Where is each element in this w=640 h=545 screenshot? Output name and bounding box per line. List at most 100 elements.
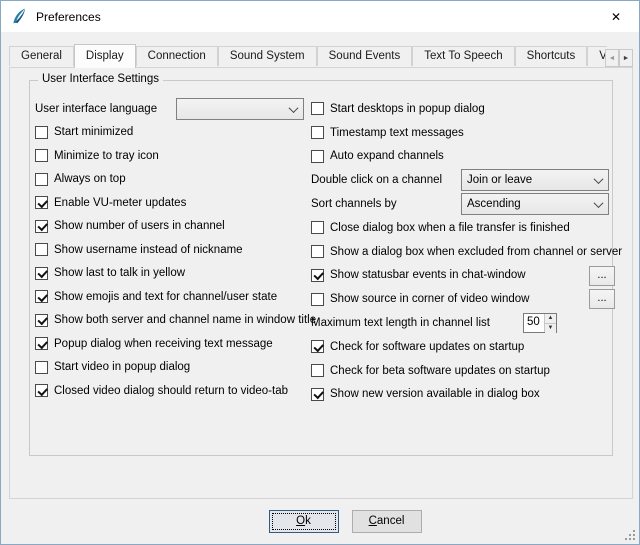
language-combobox[interactable]: [176, 98, 304, 120]
tab-shortcuts[interactable]: Shortcuts: [515, 46, 588, 66]
checkbox-row: Enable VU-meter updates: [35, 191, 307, 215]
ok-button[interactable]: Ok: [269, 510, 339, 533]
checkbox-row: Show a dialog box when excluded from cha…: [311, 240, 617, 264]
double-click-combobox[interactable]: Join or leave: [461, 169, 609, 191]
tab-sound-events[interactable]: Sound Events: [317, 46, 413, 66]
checkbox-label: Auto expand channels: [330, 150, 444, 162]
checkbox-video-return-tab[interactable]: [35, 384, 48, 397]
dialog-buttons: Ok Cancel: [51, 510, 639, 533]
checkbox-label: Show statusbar events in chat-window: [330, 269, 526, 281]
checkbox-statusbar-events[interactable]: [311, 269, 324, 282]
checkbox-row: Show new version available in dialog box: [311, 383, 617, 407]
tab-scroll-left-icon[interactable]: ◄: [605, 49, 619, 67]
checkbox-row: Show username instead of nickname: [35, 238, 307, 262]
checkbox-new-version-dialog[interactable]: [311, 388, 324, 401]
checkbox-label: Always on top: [54, 173, 126, 185]
checkbox-emojis[interactable]: [35, 290, 48, 303]
checkbox-check-beta-updates[interactable]: [311, 364, 324, 377]
checkbox-label: Popup dialog when receiving text message: [54, 338, 273, 350]
checkbox-label: Check for beta software updates on start…: [330, 365, 550, 377]
group-title: User Interface Settings: [38, 73, 163, 85]
checkbox-label: Start minimized: [54, 126, 133, 138]
checkbox-row: Start video in popup dialog: [35, 356, 307, 380]
combo-value: Join or leave: [467, 174, 532, 186]
window-title: Preferences: [36, 10, 101, 24]
tab-scroll-right-icon[interactable]: ►: [619, 49, 633, 67]
checkbox-check-updates[interactable]: [311, 340, 324, 353]
checkbox-row: Start minimized: [35, 121, 307, 145]
checkbox-label: Start desktops in popup dialog: [330, 103, 485, 115]
preferences-window: Preferences ✕ General Display Connection…: [0, 0, 640, 545]
checkbox-row: Timestamp text messages: [311, 121, 617, 145]
spin-buttons: ▲ ▼: [544, 314, 556, 332]
cancel-button[interactable]: Cancel: [352, 510, 422, 533]
checkbox-label: Check for software updates on startup: [330, 341, 524, 353]
checkbox-label: Closed video dialog should return to vid…: [54, 385, 288, 397]
double-click-row: Double click on a channel Join or leave: [311, 168, 617, 192]
tab-general[interactable]: General: [9, 46, 74, 66]
checkbox-minimize-to-tray[interactable]: [35, 149, 48, 162]
checkbox-user-count[interactable]: [35, 220, 48, 233]
checkbox-always-on-top[interactable]: [35, 173, 48, 186]
tab-text-to-speech[interactable]: Text To Speech: [412, 46, 514, 66]
checkbox-video-popup[interactable]: [35, 361, 48, 374]
checkbox-row: Show emojis and text for channel/user st…: [35, 285, 307, 309]
chevron-down-icon: [289, 103, 299, 113]
max-text-length-label: Maximum text length in channel list: [311, 317, 490, 329]
spin-value: 50: [524, 314, 544, 332]
video-source-row: Show source in corner of video window ..…: [311, 287, 617, 311]
checkbox-last-to-talk[interactable]: [35, 267, 48, 280]
checkbox-row: Show last to talk in yellow: [35, 262, 307, 286]
tab-connection[interactable]: Connection: [136, 46, 218, 66]
checkbox-label: Start video in popup dialog: [54, 361, 190, 373]
sort-channels-combobox[interactable]: Ascending: [461, 193, 609, 215]
sort-channels-label: Sort channels by: [311, 198, 397, 210]
checkbox-label: Show emojis and text for channel/user st…: [54, 291, 277, 303]
language-row: User interface language: [35, 97, 307, 121]
titlebar[interactable]: Preferences ✕: [1, 1, 639, 32]
checkbox-popup-text-message[interactable]: [35, 337, 48, 350]
checkbox-row: Closed video dialog should return to vid…: [35, 379, 307, 403]
checkbox-close-on-transfer[interactable]: [311, 221, 324, 234]
checkbox-label: Show last to talk in yellow: [54, 267, 185, 279]
checkbox-video-source-corner[interactable]: [311, 293, 324, 306]
checkbox-label: Enable VU-meter updates: [54, 197, 186, 209]
checkbox-row: Popup dialog when receiving text message: [35, 332, 307, 356]
checkbox-start-minimized[interactable]: [35, 126, 48, 139]
tab-sound-system[interactable]: Sound System: [218, 46, 317, 66]
max-text-length-spinner[interactable]: 50 ▲ ▼: [523, 313, 557, 333]
checkbox-timestamp[interactable]: [311, 126, 324, 139]
checkbox-row: Show both server and channel name in win…: [35, 309, 307, 333]
checkbox-excluded-dialog[interactable]: [311, 245, 324, 258]
checkbox-row: Show number of users in channel: [35, 215, 307, 239]
feather-logo-icon: [10, 8, 28, 26]
max-text-length-row: Maximum text length in channel list 50 ▲…: [311, 311, 617, 335]
checkbox-row: Start desktops in popup dialog: [311, 97, 617, 121]
checkbox-auto-expand[interactable]: [311, 150, 324, 163]
video-source-more-button[interactable]: ...: [589, 289, 615, 309]
statusbar-events-row: Show statusbar events in chat-window ...: [311, 264, 617, 288]
checkbox-row: Check for software updates on startup: [311, 335, 617, 359]
checkbox-row: Check for beta software updates on start…: [311, 359, 617, 383]
combo-value: Ascending: [467, 198, 521, 210]
checkbox-label: Show source in corner of video window: [330, 293, 529, 305]
checkbox-label: Close dialog box when a file transfer is…: [330, 222, 570, 234]
checkbox-row: Minimize to tray icon: [35, 144, 307, 168]
left-column: User interface language Start minimized …: [35, 97, 307, 403]
tab-display[interactable]: Display: [74, 44, 136, 68]
statusbar-events-more-button[interactable]: ...: [589, 266, 615, 286]
checkbox-desktops-popup[interactable]: [311, 102, 324, 115]
app-icon[interactable]: [10, 8, 28, 26]
tab-bar: General Display Connection Sound System …: [9, 44, 607, 68]
chevron-down-icon: [594, 198, 604, 208]
checkbox-vu-meter[interactable]: [35, 196, 48, 209]
spin-up-icon[interactable]: ▲: [545, 314, 556, 324]
close-icon[interactable]: ✕: [593, 1, 639, 32]
checkbox-label: Minimize to tray icon: [54, 150, 159, 162]
checkbox-label: Timestamp text messages: [330, 127, 464, 139]
checkbox-label: Show new version available in dialog box: [330, 388, 540, 400]
checkbox-window-title[interactable]: [35, 314, 48, 327]
checkbox-username-instead[interactable]: [35, 243, 48, 256]
checkbox-label: Show username instead of nickname: [54, 244, 243, 256]
spin-down-icon[interactable]: ▼: [545, 324, 556, 333]
